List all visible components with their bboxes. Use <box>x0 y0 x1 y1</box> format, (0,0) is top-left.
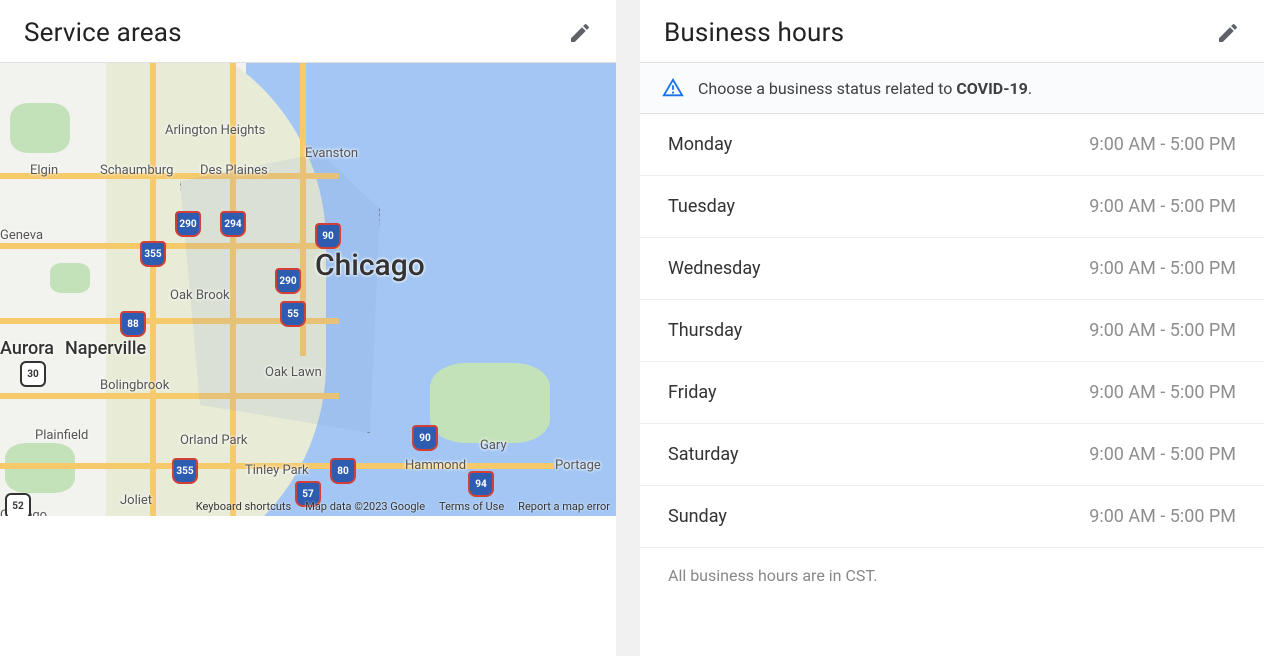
timezone-note: All business hours are in CST. <box>640 548 1264 603</box>
business-hours-title: Business hours <box>664 18 844 48</box>
hours-value: 9:00 AM - 5:00 PM <box>1089 382 1236 403</box>
map-terms-link[interactable]: Terms of Use <box>439 500 504 513</box>
highway-shield-icon: 52 <box>5 493 31 516</box>
hours-value: 9:00 AM - 5:00 PM <box>1089 196 1236 217</box>
hours-value: 9:00 AM - 5:00 PM <box>1089 320 1236 341</box>
hours-value: 9:00 AM - 5:00 PM <box>1089 506 1236 527</box>
map-city-label: Joliet <box>120 493 152 508</box>
covid-status-notice[interactable]: Choose a business status related to COVI… <box>640 62 1264 114</box>
day-label: Wednesday <box>668 258 761 279</box>
map-city-label: Naperville <box>65 338 146 359</box>
map-city-label: Schaumburg <box>100 163 173 178</box>
hours-value: 9:00 AM - 5:00 PM <box>1089 134 1236 155</box>
hours-row: Wednesday 9:00 AM - 5:00 PM <box>640 238 1264 300</box>
hours-row: Thursday 9:00 AM - 5:00 PM <box>640 300 1264 362</box>
map-city-label: Hammond <box>405 458 466 473</box>
day-label: Tuesday <box>668 196 735 217</box>
hours-row: Friday 9:00 AM - 5:00 PM <box>640 362 1264 424</box>
highway-shield-icon: 80 <box>330 458 356 484</box>
day-label: Monday <box>668 134 732 155</box>
business-hours-panel: Business hours Choose a business status … <box>640 0 1264 656</box>
covid-notice-text: Choose a business status related to COVI… <box>698 79 1032 98</box>
hours-row: Tuesday 9:00 AM - 5:00 PM <box>640 176 1264 238</box>
highway-shield-icon: 355 <box>140 241 166 267</box>
map-city-label: Oak Brook <box>170 288 230 303</box>
hours-value: 9:00 AM - 5:00 PM <box>1089 258 1236 279</box>
highway-shield-icon: 30 <box>20 361 46 387</box>
highway-shield-icon: 90 <box>412 425 438 451</box>
hours-list: Monday 9:00 AM - 5:00 PM Tuesday 9:00 AM - … <box>640 114 1264 548</box>
map-city-label: Elgin <box>30 163 58 178</box>
day-label: Friday <box>668 382 717 403</box>
highway-shield-icon: 88 <box>120 311 146 337</box>
edit-service-areas-icon[interactable] <box>568 21 592 45</box>
map-city-label: Evanston <box>305 146 358 161</box>
hours-row: Monday 9:00 AM - 5:00 PM <box>640 114 1264 176</box>
day-label: Thursday <box>668 320 742 341</box>
day-label: Saturday <box>668 444 739 465</box>
map-city-label: Plainfield <box>35 428 88 443</box>
map-report-error-link[interactable]: Report a map error <box>518 500 610 513</box>
highway-shield-icon: 294 <box>220 211 246 237</box>
highway-shield-icon: 290 <box>175 211 201 237</box>
map-attribution: Keyboard shortcuts Map data ©2023 Google… <box>196 500 610 513</box>
highway-shield-icon: 290 <box>275 268 301 294</box>
map-city-label: Tinley Park <box>245 463 309 478</box>
map-city-label: Portage <box>555 458 601 473</box>
hours-value: 9:00 AM - 5:00 PM <box>1089 444 1236 465</box>
service-areas-panel: Service areas Chicago Arlington Heights E… <box>0 0 616 656</box>
highway-shield-icon: 90 <box>315 223 341 249</box>
map-city-label: Arlington Heights <box>165 123 265 138</box>
map-city-label: Orland Park <box>180 433 248 448</box>
hours-row: Sunday 9:00 AM - 5:00 PM <box>640 486 1264 548</box>
hours-row: Saturday 9:00 AM - 5:00 PM <box>640 424 1264 486</box>
map-city-chicago: Chicago <box>315 248 425 283</box>
highway-shield-icon: 55 <box>280 301 306 327</box>
map-keyboard-shortcuts[interactable]: Keyboard shortcuts <box>196 500 291 513</box>
edit-business-hours-icon[interactable] <box>1216 21 1240 45</box>
map-city-label: Gary <box>480 438 507 453</box>
day-label: Sunday <box>668 506 727 527</box>
map-city-label: Aurora <box>0 338 54 359</box>
highway-shield-icon: 355 <box>172 458 198 484</box>
business-hours-header: Business hours <box>640 0 1264 62</box>
service-areas-header: Service areas <box>0 0 616 62</box>
service-area-map[interactable]: Chicago Arlington Heights Elgin Schaumburg… <box>0 63 616 516</box>
map-city-label: Des Plaines <box>200 163 268 178</box>
warning-icon <box>662 77 684 99</box>
map-city-label: Oak Lawn <box>265 365 322 380</box>
service-areas-title: Service areas <box>24 18 182 48</box>
map-city-label: Geneva <box>0 228 43 243</box>
map-city-label: Bolingbrook <box>100 378 169 393</box>
highway-shield-icon: 94 <box>468 471 494 497</box>
map-data-copyright: Map data ©2023 Google <box>305 500 425 513</box>
